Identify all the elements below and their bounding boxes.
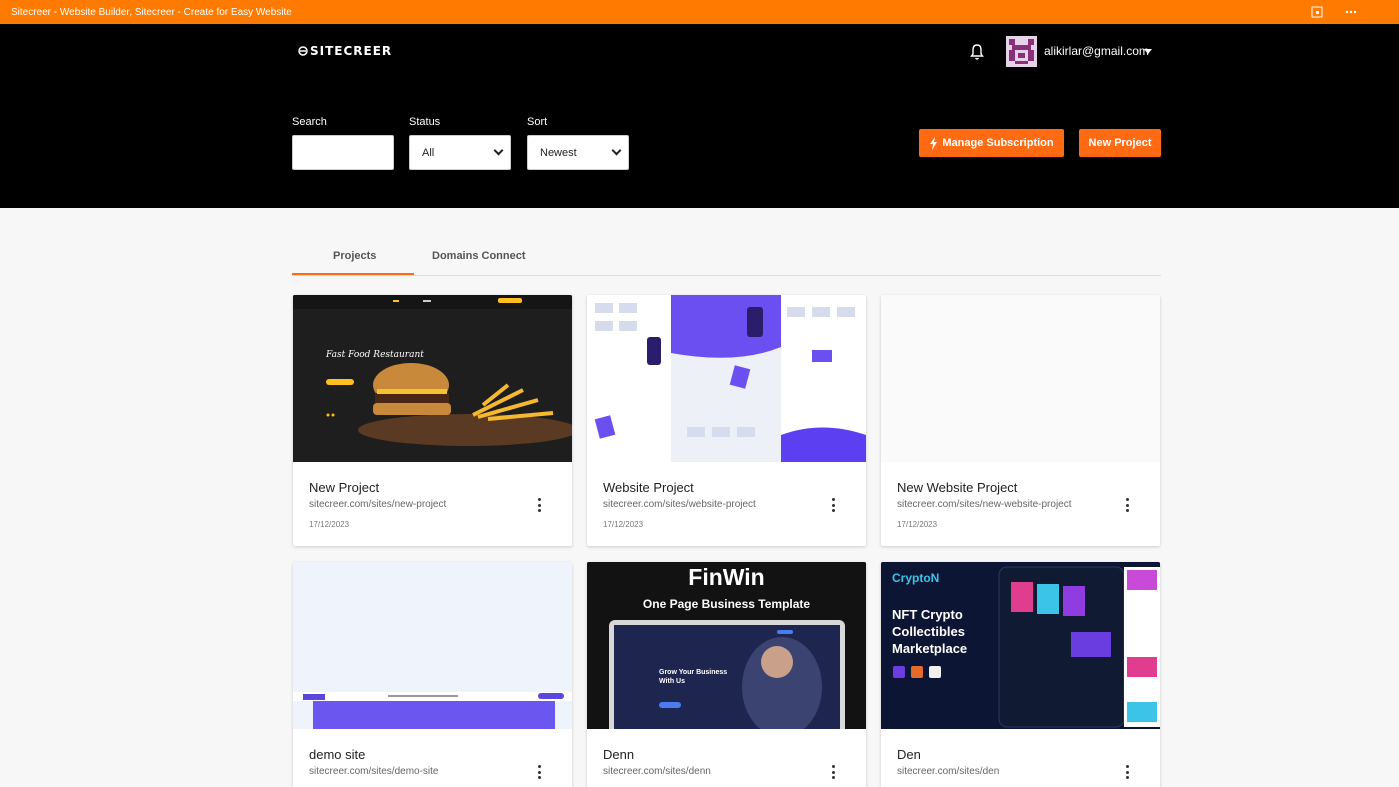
status-select-value: All bbox=[422, 146, 435, 159]
tab-domains-connect[interactable]: Domains Connect bbox=[432, 250, 526, 262]
status-label: Status bbox=[409, 116, 441, 128]
project-card[interactable]: Website Project sitecreer.com/sites/webs… bbox=[587, 295, 866, 546]
project-card[interactable]: New Website Project sitecreer.com/sites/… bbox=[881, 295, 1160, 546]
project-title[interactable]: Denn bbox=[603, 747, 634, 762]
active-tab-indicator bbox=[292, 273, 414, 275]
window-titlebar: Sitecreer - Website Builder, Sitecreer -… bbox=[0, 0, 1399, 24]
new-project-label: New Project bbox=[1088, 137, 1152, 149]
project-thumbnail[interactable]: Fast Food Restaurant bbox=[293, 295, 572, 462]
project-url[interactable]: sitecreer.com/sites/den bbox=[897, 766, 999, 777]
more-vert-icon[interactable] bbox=[538, 498, 542, 512]
project-card[interactable]: CryptoN NFT Crypto Collectibles Marketpl… bbox=[881, 562, 1160, 787]
project-date: 17/12/2023 bbox=[603, 520, 644, 529]
project-card[interactable]: Fast Food Restaurant New Project sitecre… bbox=[293, 295, 572, 546]
project-url[interactable]: sitecreer.com/sites/website-project bbox=[603, 499, 756, 510]
project-title[interactable]: New Website Project bbox=[897, 480, 1017, 495]
project-date: 17/12/2023 bbox=[897, 520, 938, 529]
user-email[interactable]: alikirlar@gmail.com bbox=[1044, 44, 1149, 58]
more-vert-icon[interactable] bbox=[538, 765, 542, 779]
new-project-button[interactable]: New Project bbox=[1079, 129, 1161, 157]
thumbnail-heading: CryptoN bbox=[892, 571, 940, 585]
project-tabs: Projects Domains Connect bbox=[292, 238, 1161, 276]
chevron-down-icon bbox=[611, 145, 622, 156]
sort-select-value: Newest bbox=[540, 146, 577, 159]
status-select[interactable]: All bbox=[409, 135, 511, 170]
project-title[interactable]: Den bbox=[897, 747, 921, 762]
more-options-icon[interactable] bbox=[1345, 6, 1357, 18]
project-thumbnail[interactable] bbox=[881, 295, 1160, 462]
avatar[interactable] bbox=[1006, 36, 1037, 67]
project-thumbnail[interactable]: FinWin One Page Business Template Grow Y… bbox=[587, 562, 866, 729]
project-card[interactable]: demo site sitecreer.com/sites/demo-site bbox=[293, 562, 572, 787]
logo-text: SITECREER bbox=[310, 44, 393, 58]
window-title: Sitecreer - Website Builder, Sitecreer -… bbox=[11, 6, 292, 18]
manage-subscription-button[interactable]: Manage Subscription bbox=[919, 129, 1064, 157]
more-vert-icon[interactable] bbox=[832, 498, 836, 512]
thumbnail-subheading: NFT Crypto Collectibles Marketplace bbox=[892, 607, 968, 656]
more-vert-icon[interactable] bbox=[1126, 498, 1130, 512]
project-url[interactable]: sitecreer.com/sites/new-project bbox=[309, 499, 446, 510]
project-thumbnail[interactable]: CryptoN NFT Crypto Collectibles Marketpl… bbox=[881, 562, 1160, 729]
project-thumbnail[interactable] bbox=[293, 562, 572, 729]
project-thumbnail[interactable] bbox=[587, 295, 866, 462]
project-title[interactable]: demo site bbox=[309, 747, 365, 762]
app-window-icon[interactable] bbox=[1311, 6, 1323, 18]
manage-subscription-label: Manage Subscription bbox=[942, 137, 1054, 149]
project-date: 17/12/2023 bbox=[309, 520, 350, 529]
site-header: SITECREER alikirlar@gmail.com Search Sta… bbox=[0, 24, 1399, 208]
chevron-down-icon bbox=[493, 145, 504, 156]
thumbnail-hero-text: Grow Your Business With Us bbox=[659, 669, 728, 685]
notification-bell-icon[interactable] bbox=[969, 43, 985, 61]
search-label: Search bbox=[292, 116, 327, 128]
project-card[interactable]: FinWin One Page Business Template Grow Y… bbox=[587, 562, 866, 787]
project-url[interactable]: sitecreer.com/sites/new-website-project bbox=[897, 499, 1072, 510]
sort-select[interactable]: Newest bbox=[527, 135, 629, 170]
thumbnail-subheading: One Page Business Template bbox=[642, 597, 811, 611]
thumbnail-heading: Fast Food Restaurant bbox=[326, 350, 424, 360]
more-vert-icon[interactable] bbox=[832, 765, 836, 779]
sitecreer-logo[interactable]: SITECREER bbox=[298, 44, 392, 58]
search-input[interactable] bbox=[292, 135, 394, 170]
more-vert-icon[interactable] bbox=[1126, 765, 1130, 779]
project-title[interactable]: Website Project bbox=[603, 480, 694, 495]
project-url[interactable]: sitecreer.com/sites/denn bbox=[603, 766, 711, 777]
thumbnail-heading: FinWin bbox=[688, 564, 765, 590]
project-title[interactable]: New Project bbox=[309, 480, 379, 495]
tab-projects[interactable]: Projects bbox=[333, 250, 376, 262]
chevron-down-icon[interactable] bbox=[1144, 49, 1152, 54]
logo-mark-icon bbox=[298, 46, 308, 56]
sort-label: Sort bbox=[527, 116, 548, 128]
project-url[interactable]: sitecreer.com/sites/demo-site bbox=[309, 766, 439, 777]
lightning-icon bbox=[930, 136, 938, 150]
